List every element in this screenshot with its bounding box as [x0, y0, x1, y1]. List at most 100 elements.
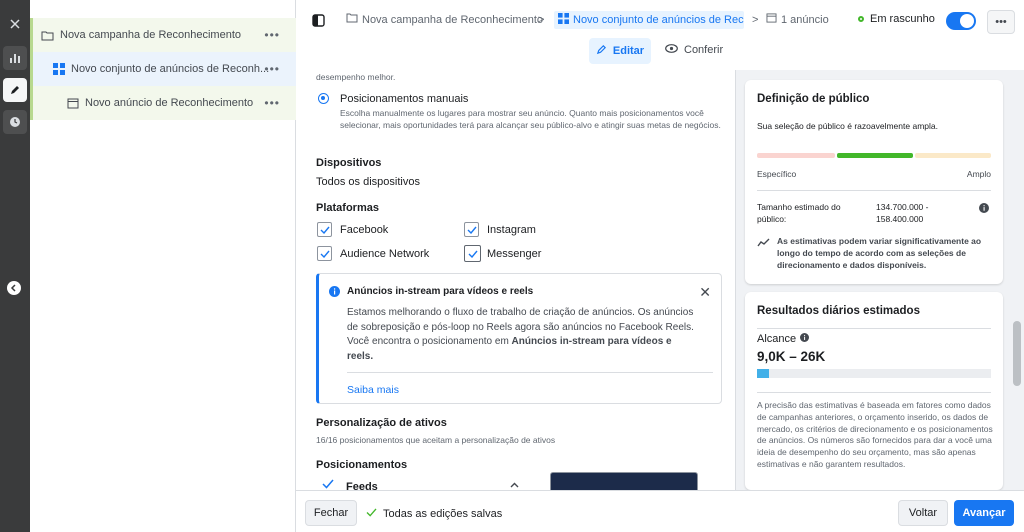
adset-toggle[interactable]	[946, 12, 976, 30]
instream-info-banner: Anúncios in-stream para vídeos e reels ✕…	[316, 273, 722, 404]
tree-item-label: Nova campanha de Reconhecimento	[60, 29, 242, 41]
back-button[interactable]: Voltar	[898, 500, 948, 526]
estimate-disclaimer: A precisão das estimativas é baseada em …	[757, 400, 993, 469]
divider	[757, 190, 991, 191]
bottom-bar: Fechar Todas as edições salvas Voltar Av…	[296, 490, 1024, 532]
meter-label-specific: Específico	[757, 169, 797, 179]
ad-icon	[766, 13, 777, 26]
info-icon	[329, 286, 340, 300]
tree-item-ad[interactable]: Novo anúncio de Reconhecimento •••	[30, 86, 296, 120]
audience-definition-title: Definição de público	[757, 93, 870, 105]
audience-size-label: Tamanho estimado do público:	[757, 202, 841, 224]
close-icon[interactable]	[3, 12, 27, 36]
tab-review-label: Conferir	[684, 44, 724, 56]
manual-placements-radio[interactable]	[318, 93, 329, 104]
audience-definition-desc: Sua seleção de público é razoavelmente a…	[757, 121, 938, 131]
more-options-icon[interactable]: •••	[264, 96, 280, 110]
facebook-label: Facebook	[340, 224, 389, 236]
grid-icon	[53, 63, 65, 75]
tree-item-adset[interactable]: Novo conjunto de anúncios de Reconh... •…	[30, 52, 296, 86]
pencil-icon[interactable]	[3, 78, 27, 102]
audience-network-checkbox[interactable]	[317, 246, 332, 261]
eye-icon	[665, 44, 678, 56]
status-label: Em rascunho	[870, 13, 935, 25]
divider	[757, 392, 991, 393]
folder-icon	[346, 13, 358, 26]
top-bar: Nova campanha de Reconhecimento > Novo c…	[296, 0, 1024, 44]
breadcrumb-adset-label: Novo conjunto de anúncios de Reconl	[573, 14, 744, 26]
audience-network-label: Audience Network	[340, 248, 430, 260]
close-icon[interactable]: ✕	[699, 284, 711, 301]
audience-estimate-note: As estimativas podem variar significativ…	[777, 236, 982, 270]
audience-size-value: 134.700.000 - 158.400.000	[876, 202, 929, 224]
meter-segment-high	[915, 153, 991, 158]
reach-label-row: Alcance	[757, 333, 810, 345]
asset-customization-desc: 16/16 posicionamentos que aceitam a pers…	[316, 435, 556, 445]
folder-icon	[41, 30, 54, 41]
daily-results-card: Resultados diários estimados Alcance 9,0…	[745, 292, 1003, 490]
asset-customization-title: Personalização de ativos	[316, 417, 447, 429]
clock-icon[interactable]	[3, 110, 27, 134]
meter-segment-active	[837, 153, 913, 158]
messenger-checkbox[interactable]	[464, 245, 481, 262]
saved-status: Todas as edições salvas	[366, 508, 502, 520]
edit-review-bar	[296, 44, 1024, 70]
reach-value: 9,0K – 26K	[757, 349, 826, 364]
platforms-title: Plataformas	[316, 202, 379, 214]
feed-preview-image	[550, 472, 698, 490]
breadcrumb-campaign[interactable]: Nova campanha de Reconhecimento	[346, 13, 543, 26]
status-dot-icon	[858, 16, 864, 22]
divider	[757, 328, 991, 329]
right-column: Definição de público Sua seleção de públ…	[736, 70, 1024, 490]
tree-item-label: Novo anúncio de Reconhecimento	[85, 97, 254, 109]
ad-icon	[67, 98, 79, 109]
instagram-checkbox[interactable]	[464, 222, 479, 237]
meter-label-broad: Amplo	[966, 169, 991, 179]
check-icon	[322, 479, 334, 490]
instagram-label: Instagram	[487, 224, 536, 236]
more-button[interactable]: •••	[987, 10, 1015, 34]
tab-review[interactable]: Conferir	[665, 44, 723, 56]
tab-edit[interactable]: Editar	[589, 38, 651, 64]
more-options-icon[interactable]: •••	[264, 28, 280, 42]
saved-status-label: Todas as edições salvas	[383, 508, 503, 520]
breadcrumb-ad-label: 1 anúncio	[781, 13, 829, 26]
grid-icon	[558, 13, 569, 27]
messenger-label: Messenger	[487, 248, 542, 260]
tree-item-campaign[interactable]: Nova campanha de Reconhecimento •••	[30, 18, 296, 52]
right-scrollbar[interactable]	[1013, 321, 1021, 386]
manual-placements-desc: Escolha manualmente os lugares para most…	[340, 108, 721, 130]
meter-segment-low	[757, 153, 835, 158]
placements-top-text: desempenho melhor.	[316, 72, 396, 82]
manual-placements-title: Posicionamentos manuais	[340, 93, 469, 105]
learn-more-link[interactable]: Saiba mais	[347, 384, 399, 396]
reach-bar-fill	[757, 369, 769, 378]
facebook-checkbox[interactable]	[317, 222, 332, 237]
trend-icon	[757, 238, 770, 250]
breadcrumb-separator: >	[752, 14, 759, 26]
info-icon[interactable]	[979, 203, 989, 216]
breadcrumb-ad[interactable]: 1 anúncio	[766, 13, 829, 26]
breadcrumb-campaign-label: Nova campanha de Reconhecimento	[362, 13, 544, 26]
breadcrumb-separator: >	[538, 14, 545, 26]
reach-label: Alcance	[757, 333, 797, 345]
divider	[347, 372, 713, 373]
next-button[interactable]: Avançar	[954, 500, 1014, 526]
devices-title: Dispositivos	[316, 157, 382, 169]
feeds-label[interactable]: Feeds	[346, 481, 378, 490]
campaign-tree: Nova campanha de Reconhecimento ••• Novo…	[30, 0, 296, 532]
more-options-icon[interactable]: •••	[264, 62, 280, 76]
tab-edit-label: Editar	[612, 45, 645, 57]
close-button[interactable]: Fechar	[305, 500, 357, 526]
devices-value[interactable]: Todos os dispositivos	[316, 176, 420, 188]
breadcrumb-adset[interactable]: Novo conjunto de anúncios de Reconl	[554, 11, 744, 29]
collapse-panel-icon[interactable]	[7, 281, 21, 295]
sidebar-toggle-icon[interactable]	[312, 14, 325, 30]
pencil-icon	[596, 44, 607, 58]
check-icon	[366, 508, 377, 520]
daily-results-title: Resultados diários estimados	[757, 305, 920, 317]
chevron-up-icon[interactable]	[510, 480, 519, 490]
reach-bar	[757, 369, 991, 378]
info-icon[interactable]	[800, 333, 810, 345]
chart-icon[interactable]	[3, 46, 27, 70]
